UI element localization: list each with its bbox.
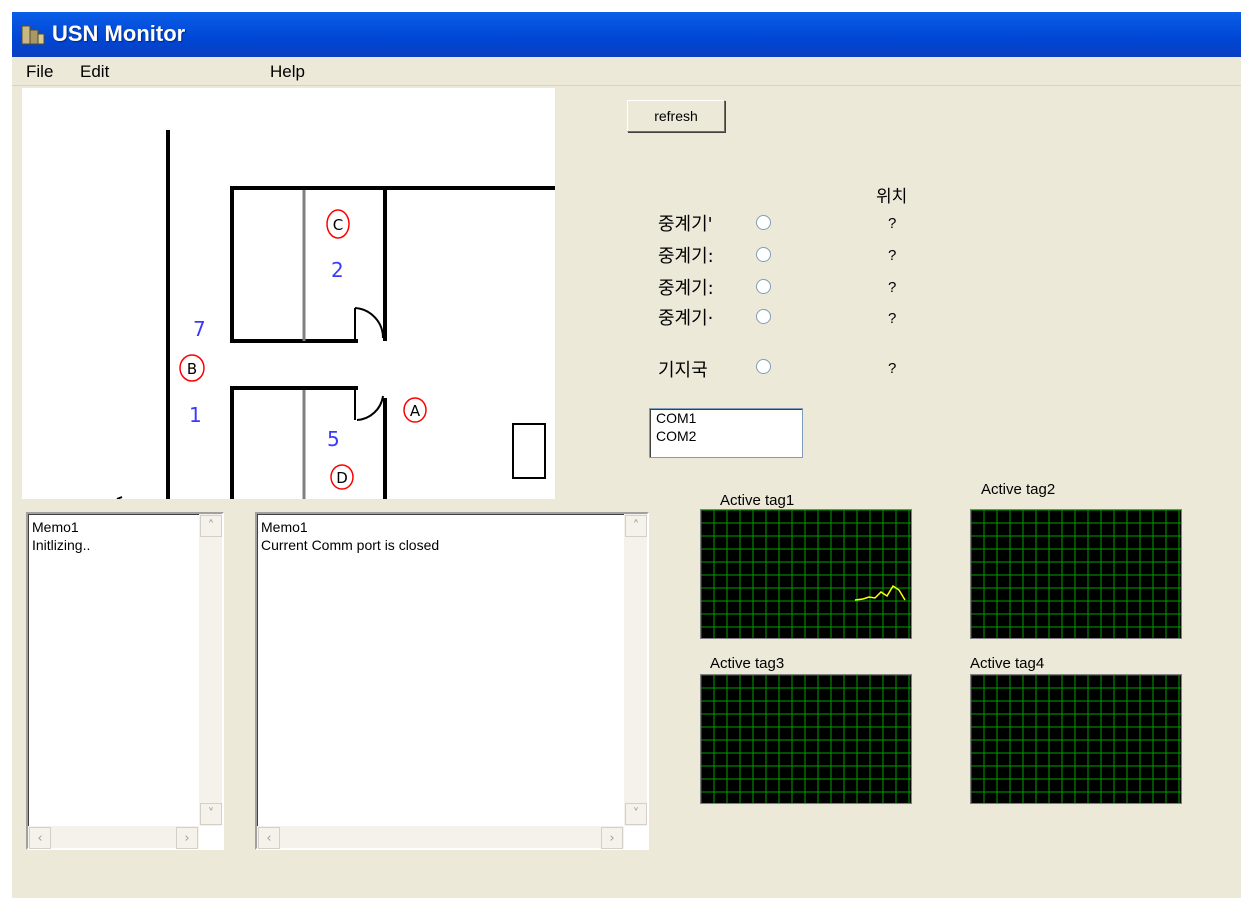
marker-label: A [410,402,421,420]
relay-position: ? [888,247,897,264]
base-station-radio[interactable] [756,359,771,374]
window-title: USN Monitor [52,21,186,46]
tag-label: Active tag4 [970,655,1045,672]
room-number: 1 [189,403,202,427]
graph-grid [971,510,1181,638]
menu-bar: File Edit Help [12,57,1241,86]
marker-label: D [336,469,348,487]
memo-log-1[interactable]: Memo1 Initlizing.. ˄ ˅ ‹ › [26,512,224,850]
vertical-scrollbar[interactable]: ˄ ˅ [199,514,222,826]
menu-file[interactable]: File [26,62,53,82]
tag-graph [700,509,912,639]
relay-position: ? [888,279,897,296]
scroll-right-icon[interactable]: › [176,827,198,849]
room-number: 2 [331,258,344,282]
tag-graph [970,674,1182,804]
tag-label: Active tag2 [981,481,1056,498]
scroll-right-icon[interactable]: › [601,827,623,849]
base-station-label: 기지국 [658,360,708,381]
relay-radio[interactable] [756,215,771,230]
marker-label: B [187,360,197,378]
graph-grid [701,675,911,803]
scroll-left-icon[interactable]: ‹ [29,827,51,849]
relay-radio[interactable] [756,279,771,294]
scroll-up-icon[interactable]: ˄ [625,515,647,537]
horizontal-scrollbar[interactable]: ‹ › [257,826,624,849]
menu-edit[interactable]: Edit [80,62,109,82]
tag-graph [970,509,1182,639]
relay-radio[interactable] [756,247,771,262]
relay-label: 중계기: [658,246,714,267]
vertical-scrollbar[interactable]: ˄ ˅ [624,514,647,826]
scroll-down-icon[interactable]: ˅ [200,803,222,825]
relay-radio[interactable] [756,309,771,324]
marker-label: C [333,216,343,234]
graph-grid [701,510,911,638]
memo-1-text[interactable]: Memo1 Initlizing.. [32,518,90,554]
scroll-up-icon[interactable]: ˄ [200,515,222,537]
memo-2-text[interactable]: Memo1 Current Comm port is closed [261,518,439,554]
relay-position: ? [888,310,897,327]
com-port-item[interactable]: COM1 [650,409,802,427]
relay-label: 중계기' [658,214,713,235]
scroll-down-icon[interactable]: ˅ [625,803,647,825]
position-header: 위치 [876,187,908,207]
relay-label: 중계기· [658,308,714,329]
base-station-position: ? [888,360,897,377]
tag-label: Active tag3 [710,655,785,672]
refresh-button[interactable]: refresh [627,100,725,132]
memo-log-2[interactable]: Memo1 Current Comm port is closed ˄ ˅ ‹ … [255,512,649,850]
com-port-item[interactable]: COM2 [650,427,802,445]
graph-grid [971,675,1181,803]
relay-position: ? [888,215,897,232]
menu-help[interactable]: Help [270,62,305,82]
title-bar[interactable]: USN Monitor [12,12,1241,57]
app-window: USN Monitor File Edit Help 2 7 1 5 C B A… [12,12,1241,898]
horizontal-scrollbar[interactable]: ‹ › [28,826,199,849]
room-number: 7 [193,317,206,341]
room-number: 5 [327,427,340,451]
floor-map: 2 7 1 5 C B A D [22,88,555,499]
tag-graph [700,674,912,804]
app-icon [20,22,46,46]
tag-label: Active tag1 [720,492,795,509]
scroll-left-icon[interactable]: ‹ [258,827,280,849]
map-walls [166,130,555,499]
com-port-list[interactable]: COM1 COM2 [649,408,803,458]
relay-label: 중계기: [658,278,714,299]
